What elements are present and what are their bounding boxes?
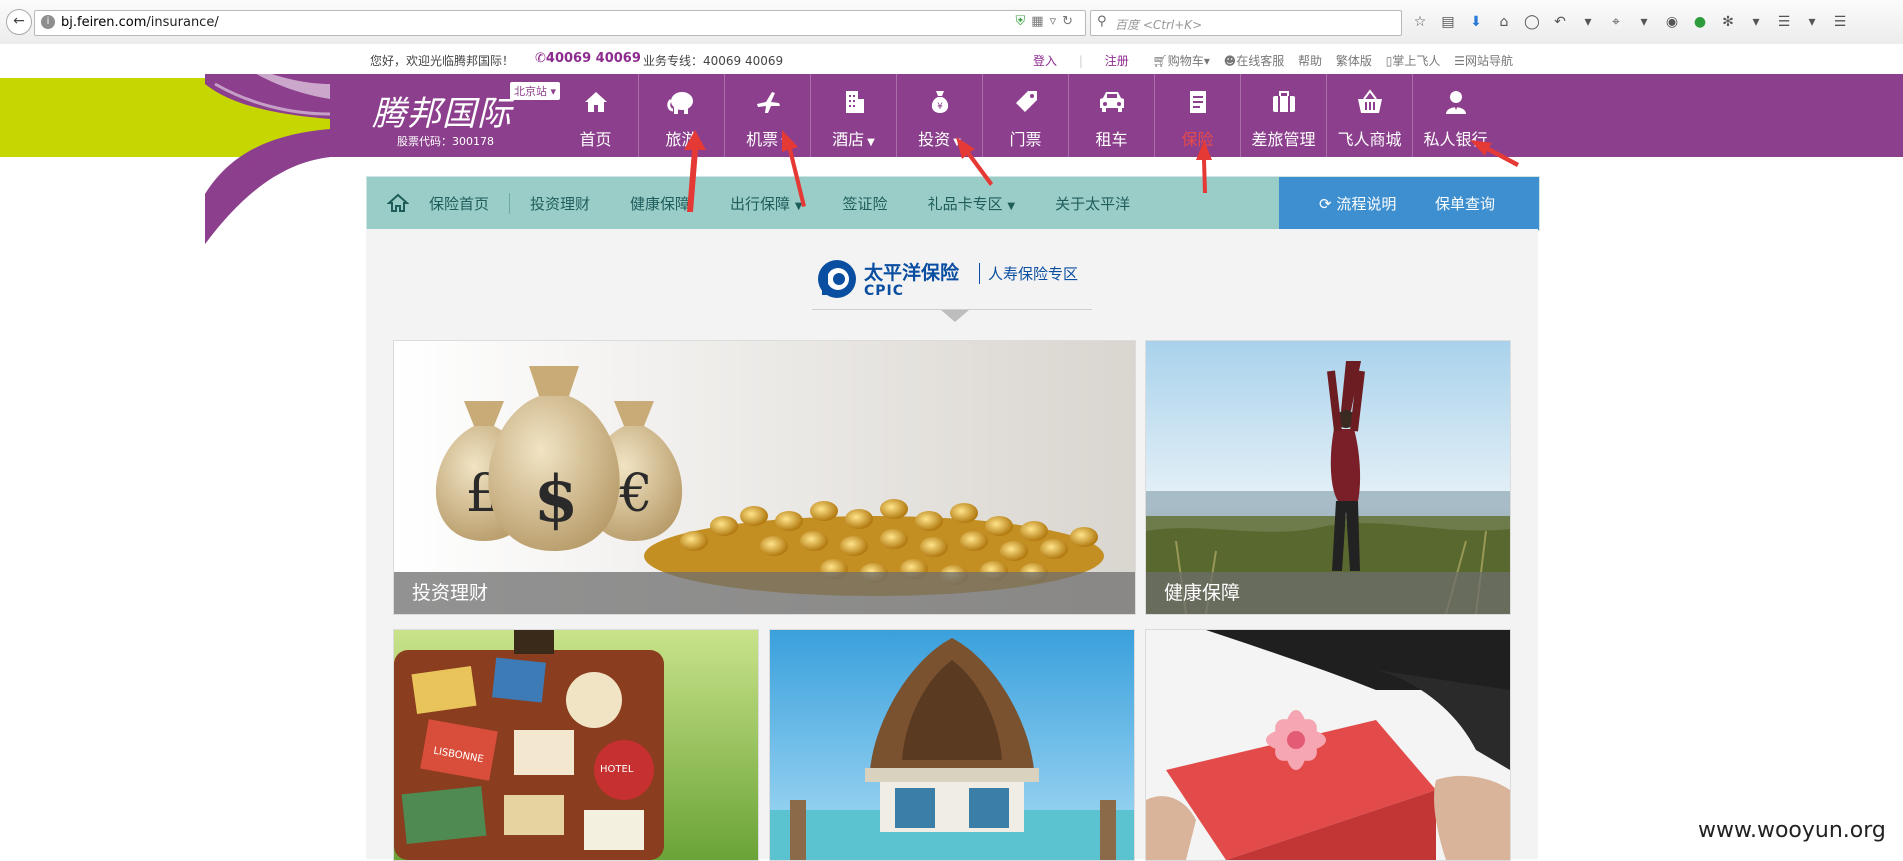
annotation-arrows: [684, 130, 1519, 212]
watermark: www.wooyun.org: [1698, 818, 1886, 843]
